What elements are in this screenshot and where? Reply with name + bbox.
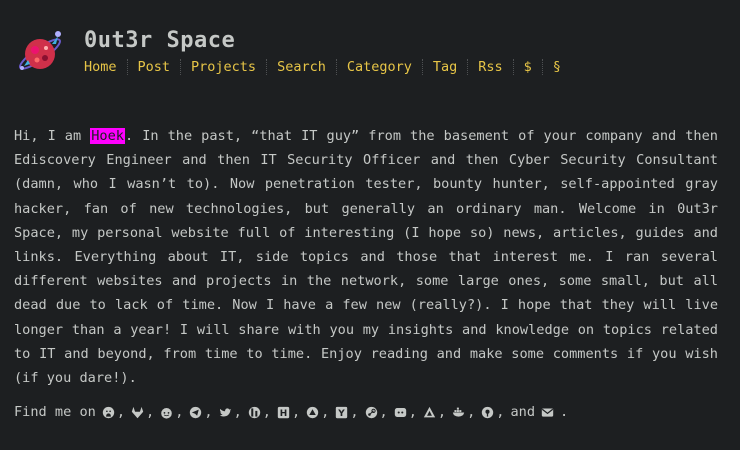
intro-before: Hi, I am <box>14 128 91 144</box>
author-name: Hoek <box>90 128 125 144</box>
separator-comma: , <box>379 404 388 420</box>
github-icon[interactable] <box>102 406 115 419</box>
email-icon[interactable] <box>541 406 554 419</box>
codeberg-icon[interactable] <box>423 406 436 419</box>
site-logo[interactable] <box>14 26 66 78</box>
twitter-icon[interactable] <box>219 406 232 419</box>
nav-legal[interactable]: § <box>541 59 571 75</box>
separator-comma: , <box>350 404 359 420</box>
and-label: and <box>510 404 536 420</box>
telegram-icon[interactable] <box>189 406 202 419</box>
nav-post[interactable]: Post <box>126 59 181 75</box>
nav-rss[interactable]: Rss <box>467 59 512 75</box>
nav-donate[interactable]: $ <box>512 59 542 75</box>
site-title[interactable]: 0ut3r Space <box>84 28 235 53</box>
separator-comma: , <box>291 404 301 420</box>
separator-comma: , <box>116 404 126 420</box>
gitlab-icon[interactable] <box>131 406 144 419</box>
separator-comma: , <box>175 404 184 420</box>
ycombinator-icon[interactable]: Y <box>335 406 348 419</box>
discord-icon[interactable] <box>394 406 407 419</box>
page: 0ut3r Space Home Post Projects Search Ca… <box>0 0 740 450</box>
separator-comma: , <box>146 404 155 420</box>
separator-comma: , <box>437 404 447 420</box>
steam-icon[interactable] <box>365 406 378 419</box>
intro-paragraph: Hi, I am Hoek. In the past, “that IT guy… <box>14 124 718 390</box>
nav-projects[interactable]: Projects <box>180 59 266 75</box>
separator-comma: , <box>321 404 330 420</box>
docker-icon[interactable] <box>452 406 465 419</box>
separator-comma: , <box>496 404 505 420</box>
nav-tag[interactable]: Tag <box>421 59 467 75</box>
svg-text:Y: Y <box>338 408 346 418</box>
tryhackme-icon[interactable] <box>306 406 319 419</box>
reddit-icon[interactable] <box>160 406 173 419</box>
hackerone-icon[interactable] <box>248 406 261 419</box>
intro-after: . In the past, “that IT guy” from the ba… <box>14 128 718 387</box>
separator-comma: , <box>233 404 242 420</box>
main-nav: Home Post Projects Search Category Tag R… <box>84 59 571 75</box>
keybase-icon[interactable] <box>481 406 494 419</box>
nav-category[interactable]: Category <box>335 59 422 75</box>
separator-comma: , <box>262 404 271 420</box>
find-me-label: Find me on <box>14 404 96 420</box>
svg-text:H: H <box>280 408 287 418</box>
find-me: Find me on ,,,,,, H,, Y,,,,,, and . <box>14 404 568 420</box>
end-label: . <box>560 404 569 420</box>
hackthebox-icon[interactable]: H <box>277 406 290 419</box>
separator-comma: , <box>467 404 476 420</box>
separator-comma: , <box>408 404 417 420</box>
separator-comma: , <box>204 404 213 420</box>
nav-search[interactable]: Search <box>266 59 336 75</box>
social-links: ,,,,,, H,, Y,,,,,, <box>96 404 505 420</box>
nav-home[interactable]: Home <box>84 59 127 75</box>
